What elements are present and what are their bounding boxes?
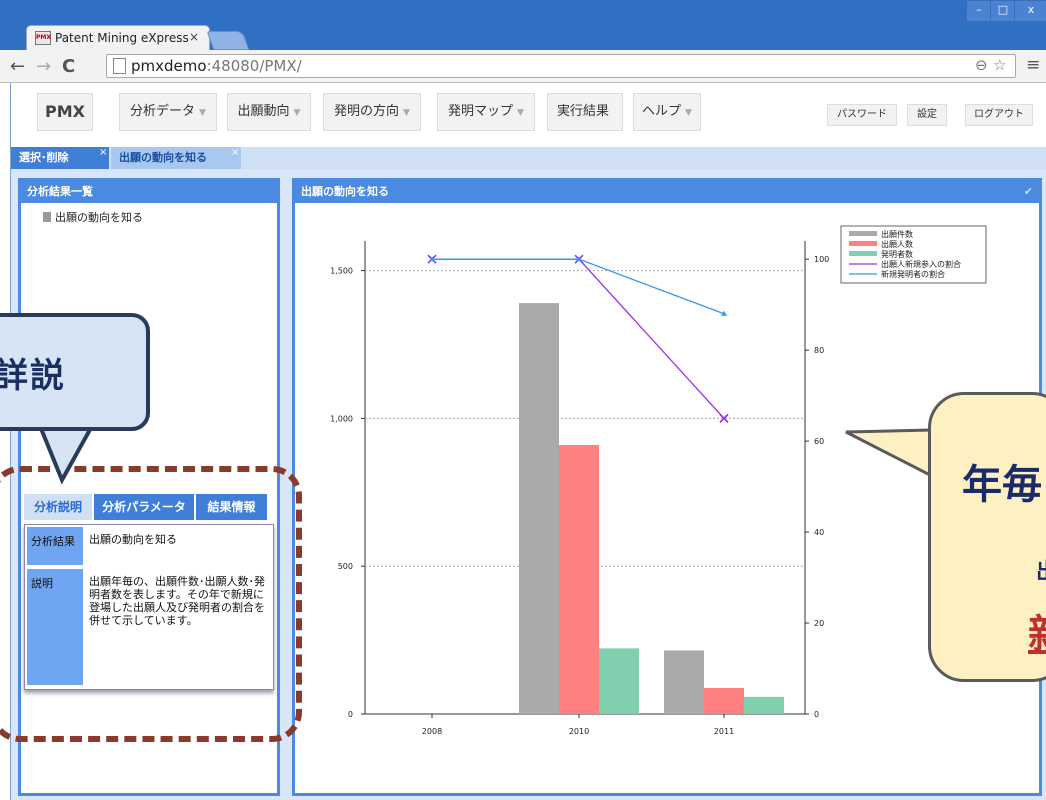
back-arrow-icon[interactable]: ← [10,56,25,77]
callout-left-text: 詳説 [0,356,66,396]
tab-close-icon[interactable]: × [189,30,199,44]
menu-filing-trend[interactable]: 出願動向 ▼ [227,93,311,131]
address-bar[interactable]: pmxdemo:48080/PMX/ ⊖ ☆ [106,54,1016,78]
tab-close-icon[interactable]: × [99,142,107,164]
legend-label: 発明者数 [881,249,913,259]
app-nav-bar: PMX 分析データ ▼ 出願動向 ▼ 発明の方向 ▼ 発明マップ ▼ 実行結果 ヘルプ ▼… [11,83,1046,145]
check-icon[interactable]: ✔ [1024,181,1033,203]
callout-right-line2: 新 [1028,602,1046,660]
forward-arrow-icon[interactable]: → [36,56,51,77]
maximize-button[interactable]: □ [990,0,1016,22]
legend-swatch [849,231,877,236]
browser-tab-title: Patent Mining eXpress [55,31,189,45]
bookmark-star-icon[interactable]: ☆ [993,56,1006,74]
left-tick-label: 0 [348,710,353,719]
browser-toolbar: ← → C pmxdemo:48080/PMX/ ⊖ ☆ ≡ [0,50,1046,83]
right-tick-label: 20 [814,619,824,628]
left-tick-label: 1,000 [330,414,353,423]
legend-swatch [849,251,877,256]
legend-label: 新規発明者の割合 [881,269,945,279]
tab-close-icon[interactable]: × [231,142,239,164]
logout-button[interactable]: ログアウト [965,104,1033,126]
menu-invention-map[interactable]: 発明マップ ▼ [437,93,535,131]
right-tick-label: 100 [814,255,829,264]
menu-help[interactable]: ヘルプ ▼ [633,93,701,131]
browser-menu-icon[interactable]: ≡ [1026,55,1040,75]
result-list-item[interactable]: 出願の動向を知る [43,209,143,225]
left-tick-label: 1,500 [330,267,353,276]
bar-2010-0 [519,303,559,714]
right-tick-label: 40 [814,528,824,537]
bar-2011-0 [664,650,704,714]
series-line-0 [432,258,725,419]
right-tick-label: 80 [814,346,824,355]
password-button[interactable]: パスワード [827,104,897,126]
series-line-1 [432,258,725,315]
tab-select-delete[interactable]: 選択･削除 × [11,147,109,169]
brand-logo[interactable]: PMX [37,93,93,131]
x-tick-label: 2008 [422,727,442,736]
favicon-icon: PMX [35,31,51,45]
menu-invention-direction[interactable]: 発明の方向 ▼ [323,93,421,131]
browser-tab[interactable]: PMX Patent Mining eXpress × [26,25,210,50]
bar-2010-2 [599,648,639,714]
bar-2010-1 [559,444,599,714]
right-tick-label: 60 [814,437,824,446]
chart-panel-title: 出願の動向を知る ✔ [295,181,1039,203]
bar-2011-2 [744,696,784,714]
callout-right-line1: 出 [1036,554,1046,586]
legend-label: 出願件数 [881,229,913,239]
sub-tab-strip: 選択･削除 × 出願の動向を知る × [11,147,1046,169]
reload-icon[interactable]: C [62,56,75,77]
callout-right-heading: 年毎 [962,462,1042,508]
url-text: pmxdemo:48080/PMX/ [131,57,302,75]
highlight-dashed-frame [0,466,302,742]
result-list-title: 分析結果一覧 [21,181,277,203]
page-icon [113,58,126,74]
right-tick-label: 0 [814,710,819,719]
minimize-button[interactable]: – [966,0,992,22]
legend-swatch [849,241,877,246]
x-tick-label: 2010 [569,727,589,736]
left-tick-label: 500 [338,562,353,571]
bar-2011-1 [704,687,744,714]
x-tick-label: 2011 [714,727,734,736]
menu-results[interactable]: 実行結果 [547,93,623,131]
settings-button[interactable]: 設定 [907,104,947,126]
close-window-button[interactable]: x [1014,0,1046,22]
document-icon [43,212,51,222]
legend-label: 出願人新規参入の割合 [881,259,961,269]
zoom-icon[interactable]: ⊖ [975,56,988,74]
legend-label: 出願人数 [881,239,913,249]
menu-analysis-data[interactable]: 分析データ ▼ [119,93,217,131]
tab-filing-trend[interactable]: 出願の動向を知る × [111,147,241,169]
new-tab-button[interactable] [206,31,250,50]
